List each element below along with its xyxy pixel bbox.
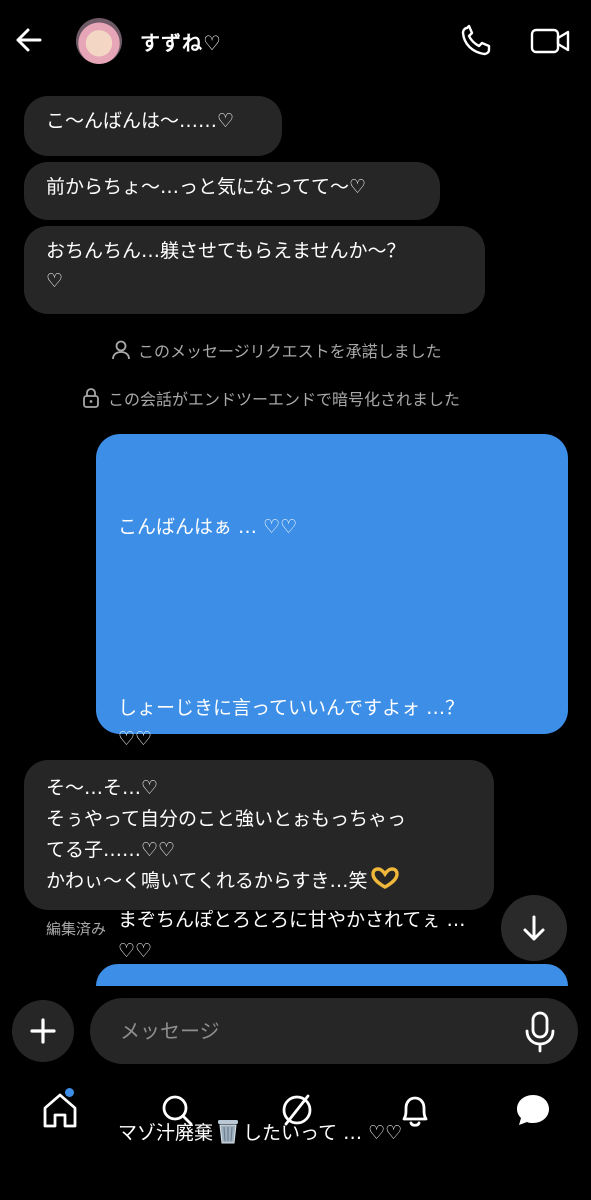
voice-message-button[interactable] bbox=[520, 1010, 560, 1054]
request-accepted-text: このメッセージリクエストを承諾しました bbox=[138, 342, 442, 361]
video-call-button[interactable] bbox=[528, 24, 572, 58]
nav-search[interactable] bbox=[157, 1088, 197, 1132]
search-icon bbox=[162, 1095, 193, 1126]
arrow-left-icon bbox=[16, 28, 42, 52]
add-attachment-button[interactable] bbox=[12, 1000, 74, 1062]
outgoing-message[interactable]: こんばんはぁ … ♡♡ しょーじきに言っていいんですよォ …？ ♡♡ まぞちんぽ… bbox=[96, 434, 568, 1144]
nav-messages[interactable] bbox=[513, 1088, 553, 1132]
compass-icon bbox=[282, 1094, 312, 1126]
microphone-icon bbox=[525, 1011, 555, 1053]
phone-icon bbox=[461, 24, 491, 56]
call-button[interactable] bbox=[458, 24, 494, 58]
encryption-text: この会話がエンドツーエンドで暗号化されました bbox=[108, 390, 461, 409]
incoming-message[interactable]: こ～んばんは〜……♡ bbox=[24, 96, 282, 156]
incoming-message[interactable]: そ～…そ…♡ そぅやって自分のこと強いとぉもっちゃっ てる子……♡♡ かわぃ〜く… bbox=[24, 760, 494, 910]
nav-notifications[interactable] bbox=[395, 1088, 435, 1132]
back-button[interactable] bbox=[10, 24, 50, 56]
chat-bubble-icon bbox=[517, 1095, 549, 1125]
user-icon bbox=[112, 340, 130, 360]
plus-icon bbox=[30, 1018, 56, 1044]
bell-icon bbox=[402, 1096, 428, 1127]
nav-explore[interactable] bbox=[277, 1088, 317, 1132]
incoming-message[interactable]: おちんちん…躾させてもらえませんか～？ ♡ bbox=[24, 226, 485, 314]
avatar[interactable] bbox=[76, 18, 122, 64]
message-input-container[interactable] bbox=[90, 998, 578, 1064]
message-line: しょーじきに言っていいんですよォ …？ ♡♡ bbox=[118, 697, 465, 750]
scroll-to-bottom-button[interactable] bbox=[501, 895, 567, 961]
arrow-down-icon bbox=[523, 915, 545, 941]
message-input[interactable] bbox=[118, 1018, 522, 1044]
heart-hands-emoji bbox=[371, 867, 400, 889]
contact-name[interactable]: すずね♡ bbox=[140, 27, 222, 56]
lock-icon bbox=[83, 388, 99, 408]
request-accepted-note: このメッセージリクエストを承諾しました bbox=[112, 338, 442, 362]
message-line: まぞちんぽとろとろに甘やかされてぇ … ♡♡ bbox=[118, 909, 466, 962]
notification-dot bbox=[65, 1088, 74, 1097]
home-icon bbox=[43, 1093, 77, 1128]
nav-home[interactable] bbox=[40, 1088, 80, 1132]
edited-label: 編集済み bbox=[46, 920, 107, 938]
outgoing-message-partial bbox=[96, 964, 568, 986]
encryption-note: この会話がエンドツーエンドで暗号化されました bbox=[82, 386, 460, 410]
video-camera-icon bbox=[530, 28, 570, 54]
message-line: こんばんはぁ … ♡♡ bbox=[118, 516, 298, 538]
wastebasket-emoji bbox=[218, 1120, 239, 1144]
incoming-message[interactable]: 前からちょ～…っと気になってて〜♡ bbox=[24, 162, 440, 220]
